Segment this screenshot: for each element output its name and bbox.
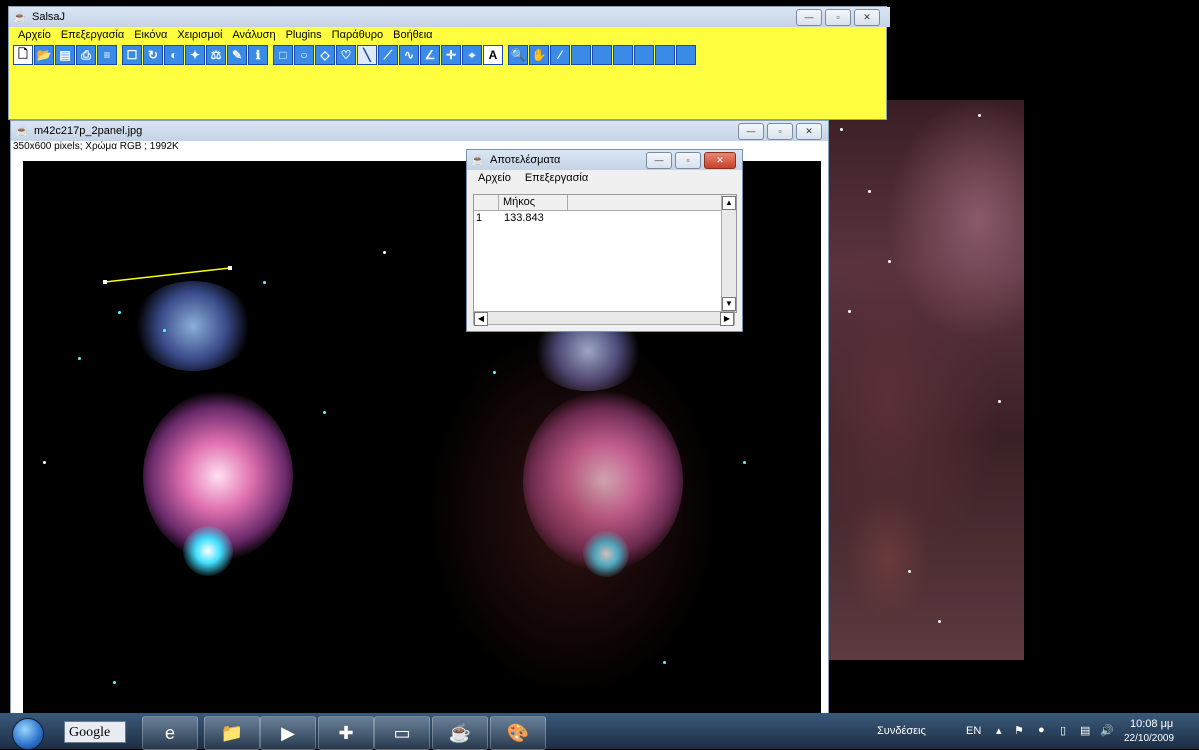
java-icon: ☕ [471, 154, 485, 167]
results-window-titlebar[interactable]: ☕ Αποτελέσματα — ▫ ✕ [467, 150, 742, 170]
menu-analyze[interactable]: Ανάλυση [227, 29, 280, 41]
app-icon[interactable]: ✚ [318, 716, 374, 750]
results-table-header: Μήκος [474, 195, 736, 211]
java-app-icon[interactable]: ☕ [432, 716, 488, 750]
main-window-title: SalsaJ [32, 11, 66, 23]
clock-time[interactable]: 10:08 μμ [1130, 718, 1173, 730]
open-folder-icon[interactable]: 📂 [34, 45, 54, 65]
calibrate-icon[interactable]: ⚖ [206, 45, 226, 65]
close-button[interactable]: ✕ [854, 9, 880, 26]
menu-file[interactable]: Αρχείο [13, 29, 56, 41]
save-icon[interactable]: ▤ [55, 45, 75, 65]
empty-tool-slot [655, 45, 675, 65]
minimize-button[interactable]: — [646, 152, 672, 169]
java-icon: ☕ [15, 125, 29, 138]
minimize-button[interactable]: — [796, 9, 822, 26]
image-window-titlebar[interactable]: ☕ m42c217p_2panel.jpg — ▫ ✕ [11, 121, 828, 141]
segmented-line-icon[interactable]: ⟋ [378, 45, 398, 65]
flag-icon[interactable]: ⚑ [1014, 724, 1024, 737]
empty-tool-slot [592, 45, 612, 65]
scroll-left-icon[interactable]: ◀ [474, 312, 488, 326]
main-menubar: Αρχείο Επεξεργασία Εικόνα Χειρισμοί Ανάλ… [9, 27, 886, 43]
freeline-tool-icon[interactable]: ∿ [399, 45, 419, 65]
menu-image[interactable]: Εικόνα [129, 29, 172, 41]
image-window-title: m42c217p_2panel.jpg [34, 125, 143, 137]
contrast-icon[interactable]: ◐ [164, 45, 184, 65]
results-menu-edit[interactable]: Επεξεργασία [520, 172, 593, 184]
horizontal-scrollbar[interactable]: ◀ ▶ [473, 311, 735, 326]
vertical-scrollbar[interactable]: ▲ ▼ [721, 195, 736, 312]
pencil-icon[interactable]: ✎ [227, 45, 247, 65]
taskbar: Google e 📁 ▶ ✚ ▭ ☕ 🎨 Συνδέσεις EN ▴ ⚑ ● … [0, 713, 1199, 750]
results-window: ☕ Αποτελέσματα — ▫ ✕ Αρχείο Επεξεργασία … [466, 149, 743, 332]
row-index: 1 [476, 212, 483, 224]
results-table[interactable]: Μήκος 1 133.843 ▲ ▼ [473, 194, 737, 313]
menu-window[interactable]: Παράθυρο [327, 29, 388, 41]
polygon-tool-icon[interactable]: ◇ [315, 45, 335, 65]
system-tray: Συνδέσεις EN ▴ ⚑ ● ▯ ▤ 🔊 10:08 μμ 22/10/… [872, 713, 1199, 749]
language-indicator[interactable]: EN [966, 725, 981, 737]
table-row[interactable]: 1 133.843 [474, 211, 736, 226]
line-tool-icon[interactable]: ╲ [357, 45, 377, 65]
scroll-down-icon[interactable]: ▼ [722, 297, 736, 311]
stack-icon[interactable]: ≡ [97, 45, 117, 65]
results-menubar: Αρχείο Επεξεργασία [467, 170, 742, 186]
scroll-up-icon[interactable]: ▲ [722, 196, 736, 210]
text-tool-icon[interactable]: A [483, 45, 503, 65]
print-icon[interactable]: ⎙ [76, 45, 96, 65]
command-prompt-icon[interactable]: ▭ [374, 716, 430, 750]
crop-icon[interactable]: ☐ [122, 45, 142, 65]
oval-tool-icon[interactable]: ○ [294, 45, 314, 65]
scroll-right-icon[interactable]: ▶ [720, 312, 734, 326]
empty-tool-slot [676, 45, 696, 65]
internet-explorer-icon[interactable]: e [142, 716, 198, 750]
empty-tool-slot [613, 45, 633, 65]
maximize-button[interactable]: ▫ [825, 9, 851, 26]
network-icon[interactable]: ▤ [1080, 724, 1090, 737]
folder-icon[interactable]: 📁 [204, 716, 260, 750]
angle-tool-icon[interactable]: ∠ [420, 45, 440, 65]
main-window-titlebar[interactable]: ☕ SalsaJ — ▫ ✕ [9, 7, 890, 27]
column-header-length[interactable]: Μήκος [499, 195, 568, 210]
point-tool-icon[interactable]: ✛ [441, 45, 461, 65]
zoom-icon[interactable]: 🔍 [508, 45, 528, 65]
background-nebula-image [828, 100, 1024, 660]
empty-tool-slot [571, 45, 591, 65]
connections-toolbar[interactable]: Συνδέσεις [877, 725, 926, 737]
paint-icon[interactable]: 🎨 [490, 716, 546, 750]
show-hidden-icons-icon[interactable]: ▴ [996, 724, 1002, 737]
menu-edit[interactable]: Επεξεργασία [56, 29, 129, 41]
volume-icon[interactable]: 🔊 [1100, 724, 1114, 737]
maximize-button[interactable]: ▫ [767, 123, 793, 140]
wand-icon[interactable]: ✦ [185, 45, 205, 65]
menu-plugins[interactable]: Plugins [281, 29, 327, 41]
rectangle-tool-icon[interactable]: □ [273, 45, 293, 65]
clock-date[interactable]: 22/10/2009 [1124, 733, 1174, 744]
maximize-button[interactable]: ▫ [675, 152, 701, 169]
start-button[interactable] [12, 718, 44, 750]
wand-tool-icon[interactable]: ⌖ [462, 45, 482, 65]
close-button[interactable]: ✕ [796, 123, 822, 140]
info-icon[interactable]: ℹ [248, 45, 268, 65]
main-toolbar: 🗋 📂 ▤ ⎙ ≡ ☐ ↻ ◐ ✦ ⚖ ✎ ℹ □ ○ ◇ ♡ ╲ ⟋ ∿ ∠ … [9, 43, 886, 67]
close-button[interactable]: ✕ [704, 152, 736, 169]
salsaj-main-window: ☕ SalsaJ — ▫ ✕ Αρχείο Επεξεργασία Εικόνα… [8, 6, 890, 120]
row-length-value: 133.843 [504, 212, 544, 224]
notification-icon[interactable]: ● [1038, 724, 1045, 736]
media-player-icon[interactable]: ▶ [260, 716, 316, 750]
java-icon: ☕ [13, 11, 27, 24]
empty-tool-slot [634, 45, 654, 65]
rotate-icon[interactable]: ↻ [143, 45, 163, 65]
results-window-title: Αποτελέσματα [490, 154, 561, 166]
dropper-icon[interactable]: ⁄ [550, 45, 570, 65]
minimize-button[interactable]: — [738, 123, 764, 140]
menu-help[interactable]: Βοήθεια [388, 29, 437, 41]
new-file-icon[interactable]: 🗋 [13, 45, 33, 65]
freehand-tool-icon[interactable]: ♡ [336, 45, 356, 65]
hand-icon[interactable]: ✋ [529, 45, 549, 65]
device-icon[interactable]: ▯ [1060, 724, 1066, 737]
menu-process[interactable]: Χειρισμοί [172, 29, 227, 41]
results-menu-file[interactable]: Αρχείο [473, 172, 516, 184]
google-search-box[interactable]: Google [64, 721, 126, 743]
